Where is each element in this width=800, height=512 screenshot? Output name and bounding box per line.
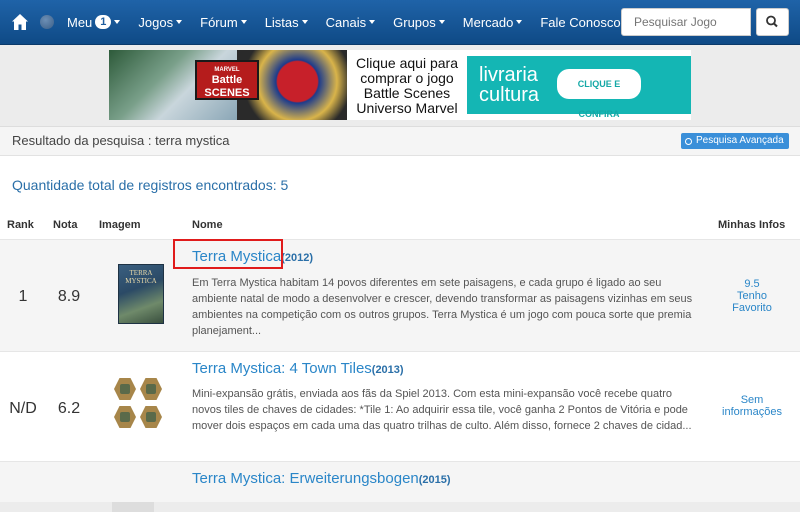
game-name: Terra Mystica: 4 Town Tiles bbox=[192, 360, 372, 377]
game-name: Terra Mystica: Erweiterungsbogen bbox=[192, 470, 419, 487]
game-description: Mini-expansão grátis, enviada aos fãs da… bbox=[192, 388, 692, 432]
livraria-cultura-logo: livraria cultura bbox=[479, 64, 540, 106]
battle-scenes-logo: MARVEL Battle SCENES bbox=[195, 60, 259, 100]
my-info-line: Sem bbox=[740, 394, 764, 406]
column-header-imagem: Imagem bbox=[99, 219, 141, 231]
menu-grupos-label: Grupos bbox=[393, 14, 436, 30]
highlight-box bbox=[173, 239, 283, 269]
rating-value: 6.2 bbox=[57, 400, 81, 417]
results-panel-header: Resultado da pesquisa : terra mystica Pe… bbox=[0, 127, 800, 156]
town-tile-image bbox=[140, 406, 162, 428]
top-navbar: Meu 1 Jogos Fórum Listas Canais Grupos M… bbox=[0, 0, 800, 45]
home-icon[interactable] bbox=[11, 13, 29, 31]
results-panel: Resultado da pesquisa : terra mystica Pe… bbox=[0, 126, 800, 512]
marvel-logo-text: MARVEL bbox=[214, 67, 240, 73]
caret-down-icon bbox=[516, 20, 523, 24]
column-header-rank: Rank bbox=[7, 219, 34, 231]
menu-forum-label: Fórum bbox=[200, 14, 238, 30]
main-menu: Meu 1 Jogos Fórum Listas Canais Grupos M… bbox=[58, 0, 630, 44]
total-records: Quantidade total de registros encontrado… bbox=[12, 177, 289, 193]
town-tile-image bbox=[114, 406, 136, 428]
menu-listas-label: Listas bbox=[264, 14, 299, 30]
advanced-search-label: Pesquisa Avançada bbox=[696, 135, 784, 146]
table-row: N/D 6.2 Terra Mystica: 4 Town Tiles(2013… bbox=[0, 351, 800, 462]
menu-canais[interactable]: Canais bbox=[325, 14, 376, 30]
menu-jogos[interactable]: Jogos bbox=[138, 14, 183, 30]
game-description: Em Terra Mystica habitam 14 povos difere… bbox=[192, 277, 693, 337]
town-tile-image bbox=[140, 378, 162, 400]
search-input[interactable] bbox=[621, 8, 751, 36]
caret-down-icon bbox=[301, 20, 308, 24]
game-title-link[interactable]: Terra Mystica: 4 Town Tiles(2013) bbox=[192, 360, 404, 377]
game-thumbnail[interactable]: TERRA MYSTICA bbox=[118, 264, 164, 324]
menu-fale-conosco[interactable]: Fale Conosco bbox=[540, 15, 620, 30]
search-icon bbox=[766, 15, 778, 28]
search-button[interactable] bbox=[756, 8, 789, 36]
search-icon bbox=[685, 137, 692, 145]
my-rating: 9.5 bbox=[744, 278, 760, 290]
my-status-favorite: Favorito bbox=[732, 302, 772, 314]
banner-text: Clique aqui para comprar o jogo Battle S… bbox=[356, 55, 458, 116]
rank-value: 1 bbox=[18, 288, 28, 305]
menu-forum[interactable]: Fórum bbox=[200, 15, 247, 30]
globe-icon[interactable] bbox=[40, 15, 54, 29]
caret-down-icon bbox=[369, 20, 376, 24]
my-info-line: informações bbox=[722, 406, 782, 418]
menu-meu[interactable]: Meu 1 bbox=[67, 14, 121, 30]
menu-listas[interactable]: Listas bbox=[265, 15, 308, 30]
caret-down-icon bbox=[114, 20, 121, 24]
game-thumbnail[interactable] bbox=[114, 378, 164, 432]
my-info[interactable]: Sem informações bbox=[706, 394, 798, 418]
my-info[interactable]: 9.5 Tenho Favorito bbox=[706, 278, 798, 314]
game-year: (2012) bbox=[281, 252, 313, 264]
menu-mercado-label: Mercado bbox=[462, 14, 514, 30]
advanced-search-button[interactable]: Pesquisa Avançada bbox=[681, 133, 789, 149]
battle-scenes-logo-text: Battle SCENES bbox=[204, 74, 250, 99]
advertisement-banner[interactable]: MARVEL Battle SCENES Clique aqui para co… bbox=[109, 50, 691, 120]
menu-canais-label: Canais bbox=[325, 14, 367, 30]
caret-down-icon bbox=[240, 20, 247, 24]
menu-jogos-label: Jogos bbox=[138, 14, 174, 30]
caret-down-icon bbox=[176, 20, 183, 24]
rating-value: 8.9 bbox=[57, 288, 81, 305]
game-year: (2015) bbox=[418, 474, 451, 486]
rank-value: N/D bbox=[9, 400, 37, 417]
game-box-title: TERRA MYSTICA bbox=[125, 269, 157, 285]
menu-meu-label: Meu bbox=[67, 14, 93, 30]
banner-cta-button[interactable]: CLIQUE E CONFIRA bbox=[557, 69, 641, 119]
table-row: 1 8.9 TERRA MYSTICA Terra Mystica(2012) … bbox=[0, 239, 800, 352]
town-tile-image bbox=[114, 378, 136, 400]
menu-fale-conosco-label: Fale Conosco bbox=[540, 14, 621, 30]
game-title-link[interactable]: Terra Mystica: Erweiterungsbogen(2015) bbox=[192, 470, 451, 487]
menu-mercado[interactable]: Mercado bbox=[463, 15, 523, 30]
results-title: Resultado da pesquisa : terra mystica bbox=[12, 133, 230, 148]
notification-badge: 1 bbox=[95, 15, 112, 29]
menu-grupos[interactable]: Grupos bbox=[393, 15, 445, 30]
livraria-cultura-ad: livraria cultura CLIQUE E CONFIRA bbox=[467, 56, 691, 119]
table-row: Terra Mystica: Erweiterungsbogen(2015) bbox=[0, 461, 800, 512]
my-status-owned: Tenho bbox=[737, 290, 767, 302]
game-thumbnail[interactable] bbox=[112, 502, 154, 512]
caret-down-icon bbox=[438, 20, 445, 24]
column-header-nome: Nome bbox=[192, 219, 223, 231]
column-header-minhas-infos: Minhas Infos bbox=[718, 219, 786, 231]
column-header-nota: Nota bbox=[53, 219, 78, 231]
game-year: (2013) bbox=[371, 364, 404, 376]
